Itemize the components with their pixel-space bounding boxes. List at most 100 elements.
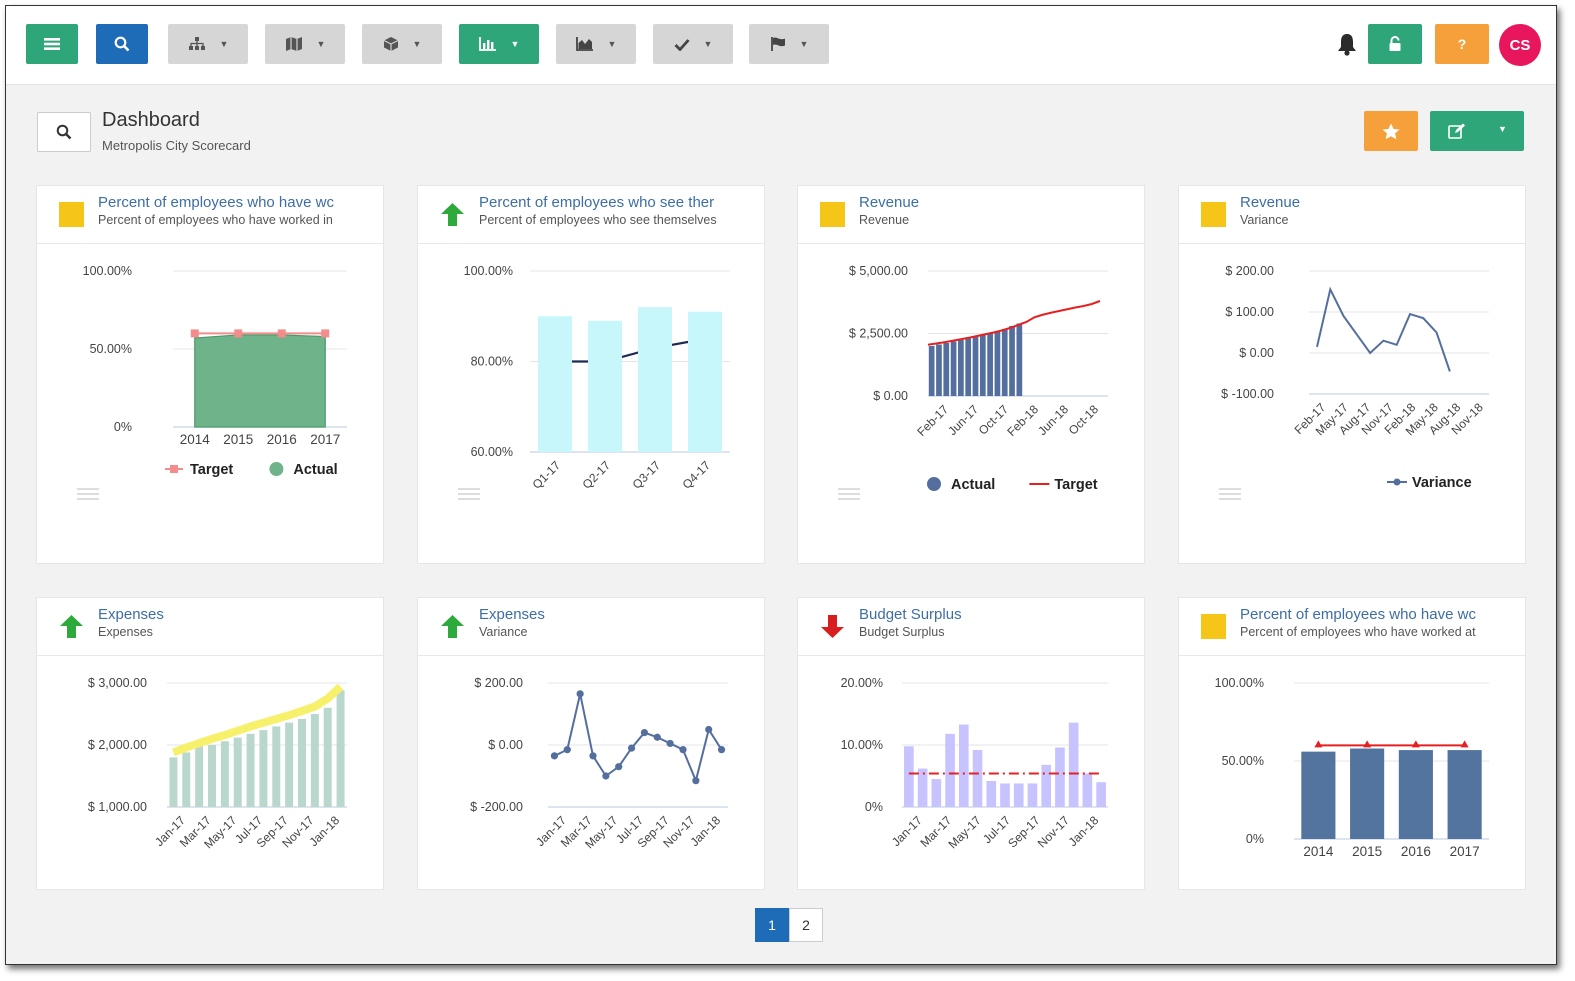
favorite-button[interactable] bbox=[1364, 111, 1418, 151]
actual-bar[interactable] bbox=[1001, 329, 1008, 396]
bar[interactable] bbox=[588, 320, 622, 452]
bar[interactable] bbox=[986, 780, 997, 807]
bar[interactable] bbox=[538, 316, 572, 452]
bar[interactable] bbox=[945, 733, 955, 807]
data-point[interactable] bbox=[234, 329, 243, 338]
bar[interactable] bbox=[169, 757, 178, 807]
drag-handle[interactable] bbox=[77, 488, 99, 503]
scorecard-card[interactable]: Percent of employees who have wc Percent … bbox=[36, 185, 384, 564]
scorecard-card[interactable]: Percent of employees who see ther Percent… bbox=[417, 185, 765, 564]
data-point[interactable] bbox=[1314, 740, 1323, 748]
data-point[interactable] bbox=[1460, 740, 1469, 748]
actual-area[interactable] bbox=[194, 334, 326, 428]
data-point[interactable] bbox=[550, 752, 559, 760]
menu-button[interactable] bbox=[26, 24, 78, 64]
data-point[interactable] bbox=[1363, 740, 1372, 748]
data-point[interactable] bbox=[640, 729, 649, 737]
actual-bar[interactable] bbox=[994, 331, 1001, 396]
data-point[interactable] bbox=[627, 744, 636, 752]
actual-bar[interactable] bbox=[987, 333, 993, 396]
bar[interactable] bbox=[1013, 783, 1024, 807]
data-point[interactable] bbox=[589, 752, 597, 760]
bar[interactable] bbox=[298, 718, 306, 807]
card-title[interactable]: Budget Surplus bbox=[859, 606, 1134, 623]
search-button[interactable] bbox=[96, 24, 148, 64]
page-2-button[interactable]: 2 bbox=[789, 908, 823, 942]
actual-bar[interactable] bbox=[928, 346, 935, 396]
data-point[interactable] bbox=[615, 763, 623, 771]
data-point[interactable] bbox=[321, 329, 330, 338]
bar[interactable] bbox=[1082, 773, 1093, 807]
data-point[interactable] bbox=[705, 725, 713, 734]
data-point[interactable] bbox=[190, 329, 199, 338]
org-chart-dropdown[interactable]: ▼ bbox=[168, 24, 248, 64]
data-point[interactable] bbox=[679, 746, 687, 754]
cube-dropdown[interactable]: ▼ bbox=[362, 24, 442, 64]
bar[interactable] bbox=[272, 726, 281, 807]
area-chart-dropdown[interactable]: ▼ bbox=[556, 24, 636, 64]
bar[interactable] bbox=[220, 741, 229, 807]
drag-handle[interactable] bbox=[1219, 488, 1241, 503]
scorecard-card[interactable]: Percent of employees who have wc Percent … bbox=[1178, 597, 1526, 890]
actual-bar[interactable] bbox=[1009, 326, 1015, 396]
data-point[interactable] bbox=[277, 329, 286, 338]
bar[interactable] bbox=[904, 746, 914, 807]
scorecard-card[interactable]: Budget Surplus Budget Surplus 20.00% 10.00%… bbox=[797, 597, 1145, 890]
bar[interactable] bbox=[688, 311, 722, 452]
scorecard-card[interactable]: Revenue Variance $ 200.00 $ 100.00 $ 0.00 $ -… bbox=[1178, 185, 1526, 564]
lock-button[interactable] bbox=[1368, 24, 1422, 64]
actual-bar[interactable] bbox=[943, 343, 950, 396]
scorecard-card[interactable]: Revenue Revenue $ 5,000.00 $ 2,500.00 $ 0.00… bbox=[797, 185, 1145, 564]
data-point[interactable] bbox=[717, 746, 726, 754]
actual-bar[interactable] bbox=[950, 341, 957, 397]
bar[interactable] bbox=[1447, 750, 1482, 839]
actual-bar[interactable] bbox=[979, 335, 986, 396]
bar[interactable] bbox=[1041, 764, 1052, 807]
drag-handle[interactable] bbox=[838, 488, 860, 503]
bar[interactable] bbox=[336, 690, 345, 807]
bar[interactable] bbox=[285, 722, 294, 807]
bar[interactable] bbox=[1398, 750, 1433, 839]
data-point[interactable] bbox=[602, 772, 610, 780]
card-title[interactable]: Percent of employees who have wc bbox=[98, 194, 373, 211]
bar[interactable] bbox=[1000, 783, 1010, 807]
card-title[interactable]: Percent of employees who have wc bbox=[1240, 606, 1515, 623]
bar[interactable] bbox=[1301, 751, 1336, 839]
scorecard-card[interactable]: Expenses Variance $ 200.00 $ 0.00 $ -200.00 J… bbox=[417, 597, 765, 890]
bar[interactable] bbox=[233, 737, 242, 807]
bar-chart-dropdown[interactable]: ▼ bbox=[459, 24, 539, 64]
page-1-button[interactable]: 1 bbox=[755, 908, 789, 942]
data-point[interactable] bbox=[653, 733, 661, 741]
actual-bar[interactable] bbox=[965, 338, 972, 397]
avatar[interactable]: CS bbox=[1499, 24, 1541, 66]
notifications-button[interactable] bbox=[1333, 24, 1361, 64]
actual-bar[interactable] bbox=[958, 340, 964, 396]
data-point[interactable] bbox=[576, 690, 584, 698]
bar[interactable] bbox=[323, 707, 332, 807]
data-point[interactable] bbox=[563, 746, 571, 754]
bar[interactable] bbox=[310, 714, 319, 807]
card-title[interactable]: Revenue bbox=[859, 194, 1134, 211]
actual-bar[interactable] bbox=[936, 344, 942, 397]
actual-bar[interactable] bbox=[1016, 323, 1023, 397]
card-title[interactable]: Expenses bbox=[98, 606, 373, 623]
edit-dashboard-dropdown[interactable]: ▼ bbox=[1430, 111, 1524, 151]
data-point[interactable] bbox=[692, 777, 700, 785]
card-title[interactable]: Percent of employees who see ther bbox=[479, 194, 754, 211]
bar[interactable] bbox=[917, 768, 928, 807]
dashboard-search-button[interactable] bbox=[37, 112, 91, 152]
flag-dropdown[interactable]: ▼ bbox=[749, 24, 829, 64]
bar[interactable] bbox=[958, 724, 969, 807]
bar[interactable] bbox=[1350, 748, 1385, 839]
bar[interactable] bbox=[1068, 722, 1079, 807]
card-title[interactable]: Expenses bbox=[479, 606, 754, 623]
bar[interactable] bbox=[208, 745, 216, 807]
checklist-dropdown[interactable]: ▼ bbox=[653, 24, 733, 64]
bar[interactable] bbox=[195, 746, 204, 807]
data-point[interactable] bbox=[666, 739, 674, 748]
bar[interactable] bbox=[1055, 747, 1065, 807]
bar[interactable] bbox=[259, 730, 268, 807]
bar[interactable] bbox=[638, 307, 672, 452]
data-point[interactable] bbox=[1411, 740, 1420, 748]
bar[interactable] bbox=[182, 752, 191, 807]
